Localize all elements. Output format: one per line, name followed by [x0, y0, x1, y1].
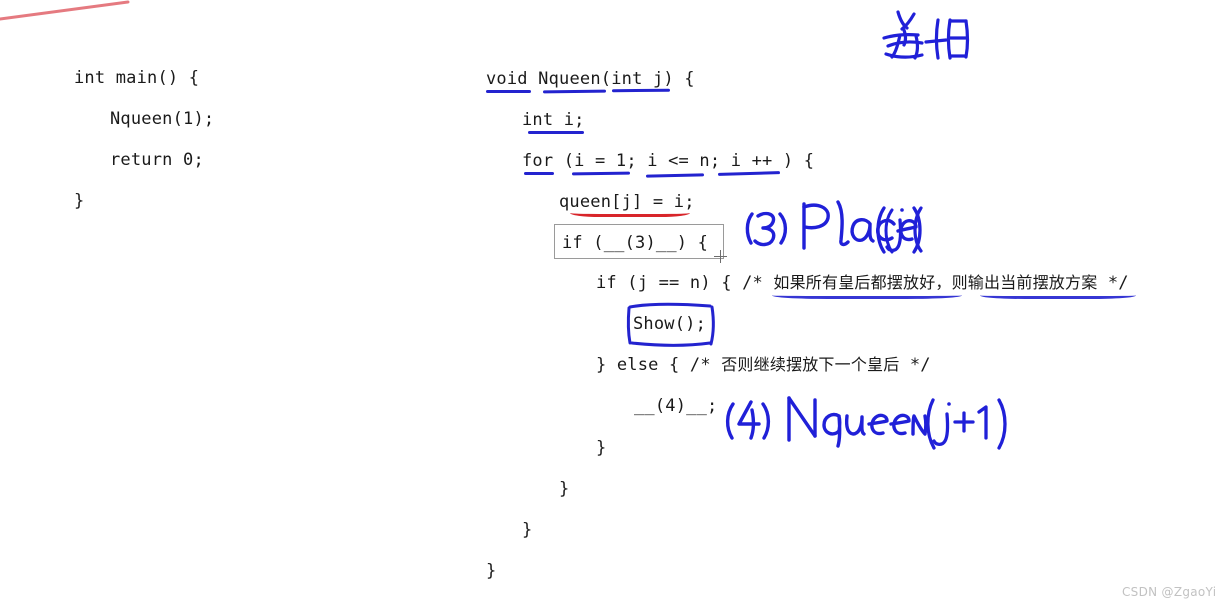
underline-queen-assign [570, 209, 690, 217]
right-code-close-brace-4: } [486, 561, 497, 581]
left-code-line-3: } [74, 191, 85, 211]
handwriting-blank4-answer [723, 392, 943, 452]
right-code-if-blank3: if (__(3)__) { [562, 233, 709, 253]
underline-comment-part2 [980, 292, 1136, 299]
if-j-eq-n-comment-close: */ [1097, 273, 1129, 293]
else-comment: 否则继续摆放下一个皇后 [721, 355, 900, 374]
underline-comment-part1 [772, 292, 962, 299]
underline-for-keyword [524, 172, 554, 175]
left-code-line-1: Nqueen(1); [110, 109, 215, 129]
underline-int-j [611, 88, 671, 93]
underline-nqueen [542, 89, 607, 94]
right-code-if-j-eq-n: if (j == n) { /* 如果所有皇后都摆放好，则输出当前摆放方案 */ [596, 272, 1129, 294]
right-code-else: } else { /* 否则继续摆放下一个皇后 */ [596, 354, 931, 376]
right-code-signature: void Nqueen(int j) { [486, 69, 695, 89]
if-j-eq-n-comment: 如果所有皇后都摆放好，则输出当前摆放方案 [773, 273, 1098, 292]
right-code-close-brace-2: } [559, 479, 570, 499]
right-code-close-brace-3: } [522, 520, 533, 540]
csdn-watermark: CSDN @ZgaoYi [1122, 585, 1217, 599]
right-code-close-brace-1: } [596, 438, 607, 458]
selection-handle-plus[interactable] [714, 250, 727, 263]
left-code-line-0: int main() { [74, 68, 200, 88]
underline-void [486, 90, 531, 93]
left-code-line-2: return 0; [110, 150, 204, 170]
handwriting-blank4-arg [925, 392, 1013, 454]
handwriting-blank3-arg [872, 198, 928, 258]
handwriting-corner-scribble [876, 8, 972, 64]
right-code-for: for (i = 1; i <= n; i ++ ) { [522, 151, 815, 171]
underline-for-init [571, 171, 631, 176]
underline-for-incr [717, 171, 781, 176]
right-code-decl-i: int i; [522, 110, 585, 130]
red-streak-decoration [0, 0, 130, 26]
show-call-hand-box [622, 302, 720, 347]
right-code-blank4: __(4)__; [634, 396, 718, 416]
else-code: } else { /* [596, 355, 722, 375]
else-comment-close: */ [899, 355, 931, 375]
underline-int-i [528, 131, 584, 134]
underline-for-cond [645, 173, 705, 178]
if-j-eq-n-code: if (j == n) { /* [596, 273, 774, 293]
whiteboard-page: int main() { Nqueen(1); return 0; } void… [0, 0, 1219, 608]
